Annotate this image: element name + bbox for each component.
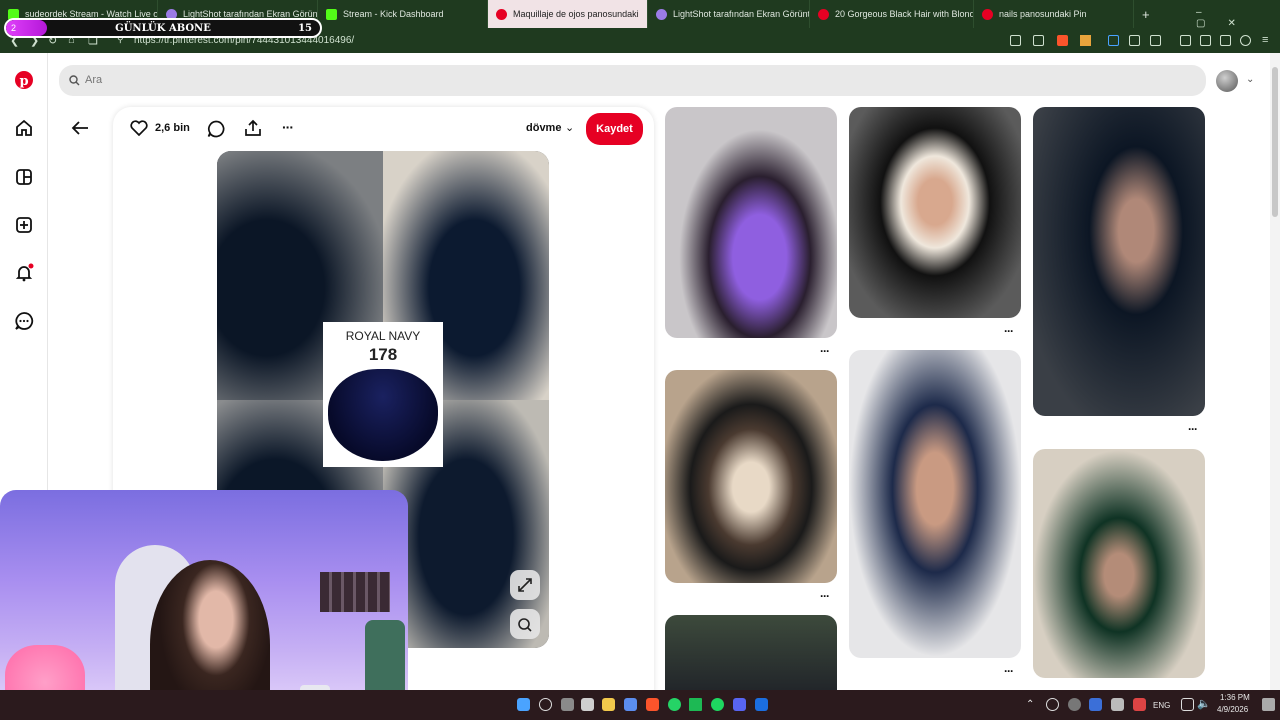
explore-icon[interactable]: [14, 167, 34, 187]
create-icon[interactable]: [14, 215, 34, 235]
like-count: 2,6 bin: [155, 122, 190, 134]
more-options-icon[interactable]: ···: [1188, 422, 1198, 436]
browser-tab[interactable]: 20 Gorgeous Black Hair with Blonde: [810, 0, 974, 28]
sidepanel-icon[interactable]: [1180, 35, 1191, 46]
heart-icon[interactable]: [130, 120, 148, 136]
bluetooth-icon[interactable]: [1089, 698, 1102, 711]
expand-icon: [518, 578, 532, 592]
subscriber-goal-target: 15: [298, 23, 312, 34]
extension-icon[interactable]: [1108, 35, 1119, 46]
home-icon[interactable]: [14, 118, 34, 138]
shelf-items: [320, 572, 390, 612]
discord-icon[interactable]: [733, 698, 746, 711]
language-indicator[interactable]: ENG: [1153, 701, 1170, 710]
search-icon: [69, 75, 80, 86]
back-arrow-icon[interactable]: [70, 120, 90, 136]
scrollbar[interactable]: [1270, 53, 1280, 690]
lightshot-icon: [656, 8, 667, 20]
vpn-icon[interactable]: [1220, 35, 1231, 46]
visual-search-button[interactable]: [510, 609, 540, 639]
chevron-up-icon[interactable]: ⌃: [1026, 699, 1034, 710]
chevron-down-icon[interactable]: ⌄: [565, 121, 574, 134]
share-icon[interactable]: [244, 119, 262, 137]
share-icon[interactable]: [1033, 35, 1044, 46]
volume-icon[interactable]: 🔈: [1197, 697, 1211, 710]
browser-tab[interactable]: LightShot tarafından Ekran Görüntü: [648, 0, 810, 28]
sidebar-toggle-icon[interactable]: [1150, 35, 1161, 46]
hair-swatch: [328, 369, 438, 461]
clock-date[interactable]: 4/9/2026: [1217, 705, 1248, 714]
save-button[interactable]: Kaydet: [586, 113, 643, 145]
tray-app-icon[interactable]: [1068, 698, 1081, 711]
tumbler: [365, 620, 405, 700]
brave-icon[interactable]: [646, 698, 659, 711]
edge-icon[interactable]: [624, 698, 637, 711]
tray-app-icon[interactable]: [1111, 698, 1124, 711]
taskbar: ⌃ ENG 🔈 1:36 PM 4/9/2026: [0, 690, 1280, 720]
browser-tab[interactable]: Stream - Kick Dashboard: [318, 0, 488, 28]
notifications-icon[interactable]: [14, 263, 34, 283]
more-options-icon[interactable]: ···: [282, 119, 294, 135]
search-input[interactable]: Ara: [85, 74, 102, 86]
brave-rewards-icon[interactable]: [1080, 35, 1091, 46]
start-icon[interactable]: [517, 698, 530, 711]
related-pin-image[interactable]: [665, 107, 837, 338]
expand-button[interactable]: [510, 570, 540, 600]
clock-time[interactable]: 1:36 PM: [1220, 693, 1250, 702]
related-pin-image[interactable]: [1033, 107, 1205, 416]
board-selector[interactable]: dövme: [526, 122, 561, 134]
puzzle-icon[interactable]: [1129, 35, 1140, 46]
new-tab-button[interactable]: +: [1134, 0, 1174, 28]
swatch-name: ROYAL NAVY: [345, 329, 421, 343]
more-options-icon[interactable]: ···: [1004, 664, 1014, 678]
app-icon[interactable]: [689, 698, 702, 711]
messages-icon[interactable]: [14, 311, 34, 331]
more-options-icon[interactable]: ···: [820, 589, 830, 603]
browser-tab-active[interactable]: Maquillaje de ojos panosundaki✕: [488, 0, 648, 28]
search-icon[interactable]: [539, 698, 552, 711]
task-view-icon[interactable]: [581, 698, 594, 711]
comment-icon[interactable]: [207, 120, 225, 138]
pinterest-icon: [818, 8, 829, 20]
steam-icon[interactable]: [755, 698, 768, 711]
menu-icon[interactable]: ≡: [1262, 34, 1268, 46]
notifications-icon[interactable]: [1262, 698, 1275, 711]
chevron-down-icon[interactable]: ⌄: [1246, 74, 1254, 85]
related-pin-image[interactable]: [665, 370, 837, 583]
more-options-icon[interactable]: ···: [1004, 324, 1014, 338]
related-pin-image[interactable]: [1033, 449, 1205, 678]
avatar[interactable]: [1216, 70, 1238, 92]
pinterest-logo-icon[interactable]: p: [14, 70, 34, 90]
network-icon[interactable]: [1181, 698, 1194, 711]
tray-app-icon[interactable]: [1046, 698, 1059, 711]
lens-search-icon: [518, 618, 532, 632]
brave-shield-icon[interactable]: [1057, 35, 1068, 46]
whatsapp-icon[interactable]: [668, 698, 681, 711]
spotify-icon[interactable]: [711, 698, 724, 711]
color-swatch-card: ROYAL NAVY 178: [323, 322, 443, 467]
scrollbar-thumb[interactable]: [1272, 67, 1278, 217]
cast-icon[interactable]: [1010, 35, 1021, 46]
kick-icon: [326, 8, 337, 20]
webcam-overlay: [0, 490, 408, 720]
related-pin-image[interactable]: [665, 615, 837, 690]
file-explorer-icon[interactable]: [602, 698, 615, 711]
shield-icon[interactable]: [1240, 35, 1251, 46]
svg-text:p: p: [19, 74, 28, 89]
tray-app-icon[interactable]: [1133, 698, 1146, 711]
browser-tab[interactable]: nails panosundaki Pin: [974, 0, 1134, 28]
search-bar[interactable]: Ara: [59, 65, 1206, 96]
settings-icon[interactable]: [561, 698, 574, 711]
swatch-number: 178: [368, 345, 398, 364]
wallet-icon[interactable]: [1200, 35, 1211, 46]
more-options-icon[interactable]: ···: [820, 344, 830, 358]
related-pin-image[interactable]: [849, 350, 1021, 658]
subscriber-goal-title: GÜNLÜK ABONE: [115, 23, 211, 34]
pinterest-icon: [982, 8, 993, 20]
subscriber-goal-bar: 2 GÜNLÜK ABONE 15: [4, 18, 322, 38]
window-controls[interactable]: –▢✕: [1196, 7, 1276, 29]
related-pin-image[interactable]: [849, 107, 1021, 318]
pinterest-icon: [496, 8, 507, 20]
